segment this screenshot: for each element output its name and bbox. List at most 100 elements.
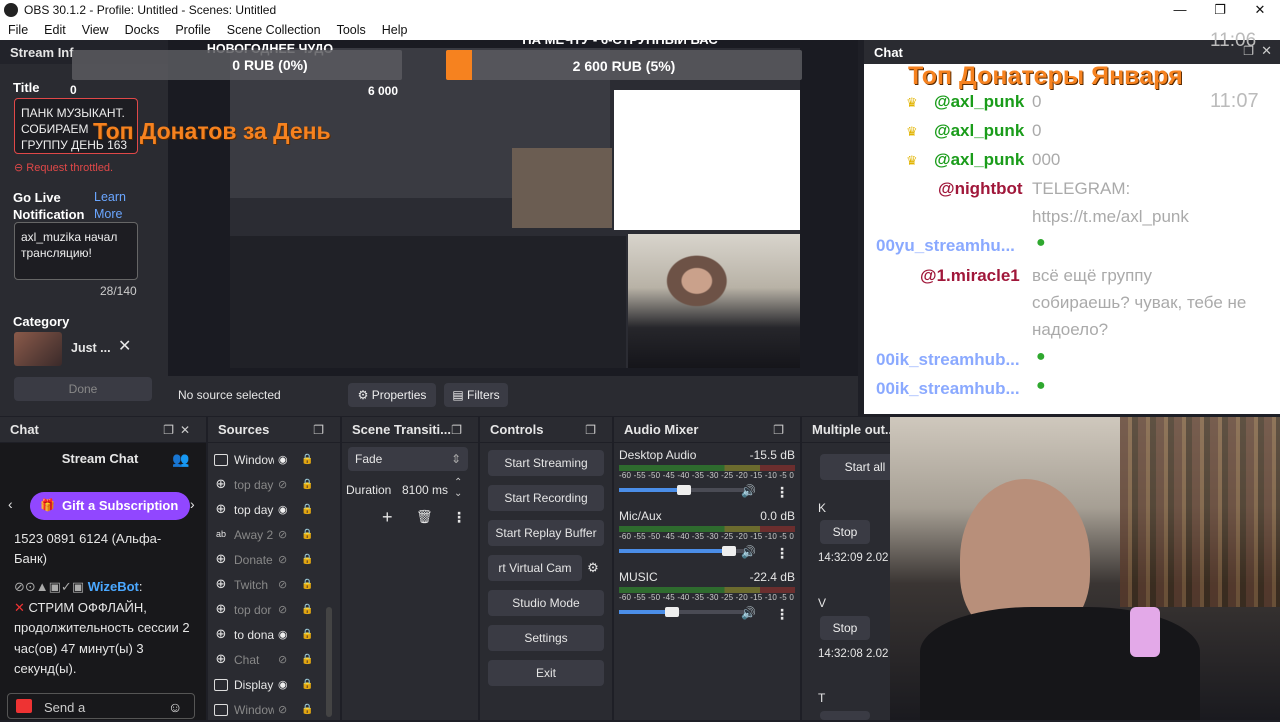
eye-hidden-icon[interactable]: ⊘ <box>278 653 291 666</box>
top-month-overlay: Топ Донатеры Января <box>908 62 1183 90</box>
stepper-icon[interactable]: ⌃ ⌄ <box>454 477 462 499</box>
source-row[interactable]: Window ◉ 🔒 <box>208 447 340 472</box>
source-row[interactable]: ⊕ top day ◉ 🔒 <box>208 497 340 522</box>
target-rate: 2.02 <box>866 552 889 564</box>
eye-hidden-icon[interactable]: ⊘ <box>278 528 291 541</box>
source-row[interactable]: Display ◉ 🔒 <box>208 672 340 697</box>
preview-canvas[interactable]: НОВОГОДНЕЕ ЧУДО 0 RUB (0%) НА МЕЧТУ - 6-… <box>70 32 858 376</box>
lock-icon[interactable]: 🔒 <box>301 504 313 515</box>
eye-hidden-icon[interactable]: ⊘ <box>278 478 291 491</box>
send-message-input[interactable] <box>7 693 195 719</box>
emoji-icon[interactable]: ☺ <box>168 699 182 715</box>
menu-docks[interactable]: Docks <box>117 23 168 37</box>
close-dock-icon[interactable]: ✕ <box>1261 43 1272 59</box>
eye-icon[interactable]: ◉ <box>278 628 291 641</box>
dock-float-icon[interactable]: ❐ <box>773 423 790 437</box>
speaker-icon[interactable]: 🔊 <box>741 484 756 498</box>
maximize-button[interactable]: ❐ <box>1200 0 1240 20</box>
volume-knob[interactable] <box>722 546 736 556</box>
eye-hidden-icon[interactable]: ⊘ <box>278 553 291 566</box>
lock-icon[interactable]: 🔒 <box>301 654 313 665</box>
menu-help[interactable]: Help <box>374 23 416 37</box>
volume-slider[interactable] <box>619 546 744 556</box>
start-streaming-button[interactable]: Start Streaming <box>488 450 604 476</box>
speaker-muted-icon[interactable]: 🔊 <box>741 606 756 620</box>
volume-knob[interactable] <box>677 485 691 495</box>
menu-tools[interactable]: Tools <box>329 23 374 37</box>
users-icon[interactable]: 👥 <box>172 451 189 468</box>
source-row[interactable]: ⊕ top day ⊘ 🔒 <box>208 472 340 497</box>
multiple-output-title: Multiple out... <box>812 422 896 437</box>
filters-button[interactable]: ▤ Filters <box>444 383 508 407</box>
start-recording-button[interactable]: Start Recording <box>488 485 604 511</box>
category-clear-icon[interactable]: ✕ <box>118 336 131 356</box>
stop-button[interactable]: Stop <box>820 616 870 640</box>
transition-select[interactable]: Fade ⇕ <box>348 447 468 471</box>
menu-profile[interactable]: Profile <box>167 23 218 37</box>
source-row[interactable]: ⊕ Donate ⊘ 🔒 <box>208 547 340 572</box>
sources-scrollbar[interactable] <box>326 607 332 717</box>
eye-icon[interactable]: ◉ <box>278 453 291 466</box>
audio-mixer-dock: Audio Mixer ❐ Desktop Audio -15.5 dB -60 -… <box>614 417 800 720</box>
category-value: Just ... <box>71 341 111 355</box>
properties-button[interactable]: ⚙ Properties <box>348 383 436 407</box>
more-icon[interactable]: ⋮ <box>775 484 789 501</box>
more-icon[interactable]: ⋮ <box>775 606 789 623</box>
studio-mode-button[interactable]: Studio Mode <box>488 590 604 616</box>
more-icon[interactable]: ⋮ <box>452 509 466 526</box>
lock-icon[interactable]: 🔒 <box>301 579 313 590</box>
eye-icon[interactable]: ◉ <box>278 678 291 691</box>
lock-icon[interactable]: 🔒 <box>301 679 313 690</box>
eye-icon[interactable]: ◉ <box>278 503 291 516</box>
chevron-left-icon[interactable]: ‹ <box>8 496 13 512</box>
eye-hidden-icon[interactable]: ⊘ <box>278 578 291 591</box>
close-button[interactable]: ✕ <box>1240 0 1280 20</box>
settings-button[interactable]: Settings <box>488 625 604 651</box>
trash-icon[interactable]: 🗑 <box>416 509 433 525</box>
menu-view[interactable]: View <box>74 23 117 37</box>
lock-icon[interactable]: 🔒 <box>301 704 313 715</box>
start-replay-buffer-button[interactable]: Start Replay Buffer <box>488 520 604 546</box>
dock-float-icon[interactable]: ❐ <box>451 423 468 437</box>
dock-float-icon[interactable]: ❐ <box>313 423 330 437</box>
virtual-cam-settings-icon[interactable]: ⚙ <box>582 555 604 581</box>
volume-slider[interactable] <box>619 607 744 617</box>
duration-input[interactable]: 8100 ms <box>402 483 448 497</box>
dock-controls-icon[interactable]: ❐✕ <box>163 423 196 437</box>
source-row[interactable]: ⊕ Twitch ⊘ 🔒 <box>208 572 340 597</box>
minimize-button[interactable]: — <box>1160 0 1200 20</box>
lock-icon[interactable]: 🔒 <box>301 479 313 490</box>
eye-hidden-icon[interactable]: ⊘ <box>278 603 291 616</box>
menu-file[interactable]: File <box>0 23 36 37</box>
add-icon[interactable]: + <box>382 507 393 528</box>
source-row[interactable]: Window ⊘ 🔒 <box>208 697 340 722</box>
lock-icon[interactable]: 🔒 <box>301 529 313 540</box>
chevron-right-icon[interactable]: › <box>190 496 195 512</box>
lock-icon[interactable]: 🔒 <box>301 604 313 615</box>
menu-edit[interactable]: Edit <box>36 23 74 37</box>
target-time: 14:32:09 <box>818 552 863 564</box>
source-row[interactable]: ⊕ to dona ◉ 🔒 <box>208 622 340 647</box>
lock-icon[interactable]: 🔒 <box>301 554 313 565</box>
category-thumbnail <box>14 332 62 366</box>
menu-scene-collection[interactable]: Scene Collection <box>219 23 329 37</box>
source-row[interactable]: ⊕ Chat ⊘ 🔒 <box>208 647 340 672</box>
volume-knob[interactable] <box>665 607 679 617</box>
lock-icon[interactable]: 🔒 <box>301 454 313 465</box>
done-button[interactable]: Done <box>14 377 152 401</box>
lock-icon[interactable]: 🔒 <box>301 629 313 640</box>
source-row[interactable]: ⊕ top dor ⊘ 🔒 <box>208 597 340 622</box>
exit-button[interactable]: Exit <box>488 660 604 686</box>
dock-float-icon[interactable]: ❐ <box>585 423 602 437</box>
golive-input[interactable]: axl_muzika начал трансляцию! <box>14 222 138 280</box>
transition-type: Fade <box>355 452 383 466</box>
stop-button[interactable]: Stop <box>820 520 870 544</box>
volume-slider[interactable] <box>619 485 744 495</box>
speaker-icon[interactable]: 🔊 <box>741 545 756 559</box>
learn-more-link[interactable]: Learn More <box>94 189 134 223</box>
eye-hidden-icon[interactable]: ⊘ <box>278 703 291 716</box>
stop-button[interactable] <box>820 711 870 720</box>
virtual-cam-button[interactable]: rt Virtual Cam <box>488 555 582 581</box>
more-icon[interactable]: ⋮ <box>775 545 789 562</box>
source-row[interactable]: ab Away 2 ⊘ 🔒 <box>208 522 340 547</box>
